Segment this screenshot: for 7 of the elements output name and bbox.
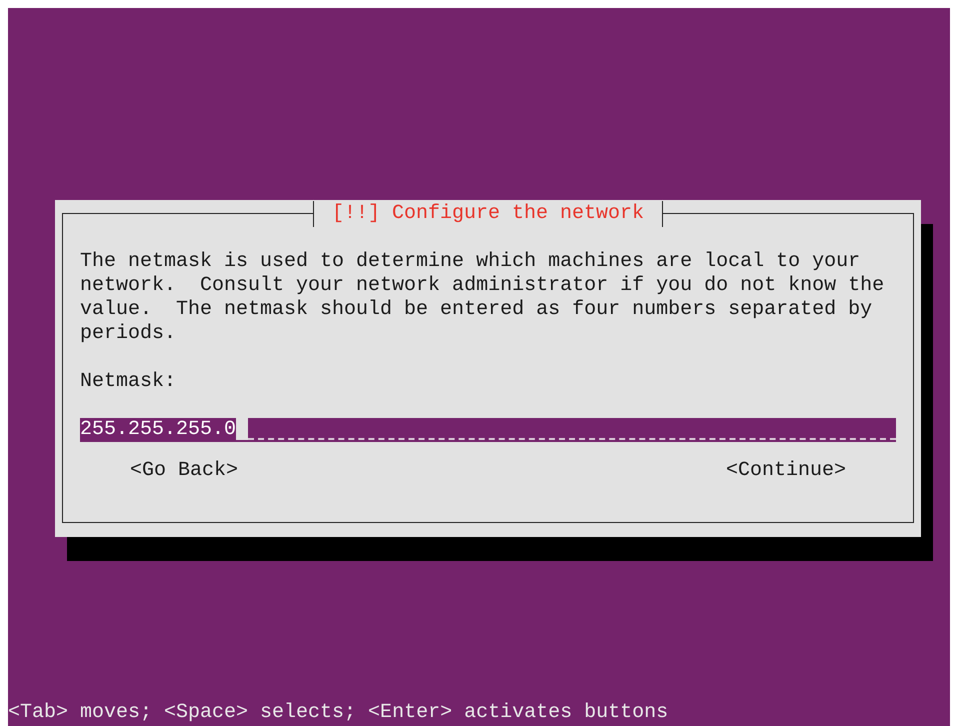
field-label: Netmask: [80, 370, 176, 394]
dialog-title: [!!] Configure the network [312, 201, 664, 227]
continue-button[interactable]: <Continue> [726, 459, 846, 483]
netmask-field[interactable]: 255.255.255.0 [80, 418, 896, 442]
back-button[interactable]: <Go Back> [130, 459, 238, 483]
help-line: <Tab> moves; <Space> selects; <Enter> activates buttons [8, 702, 668, 724]
dialog-message: The netmask is used to determine which machines are local to your network. Consult your network administrator if you do not know the value. The netmask should be entered as four numbers separated by periods. [80, 250, 886, 346]
